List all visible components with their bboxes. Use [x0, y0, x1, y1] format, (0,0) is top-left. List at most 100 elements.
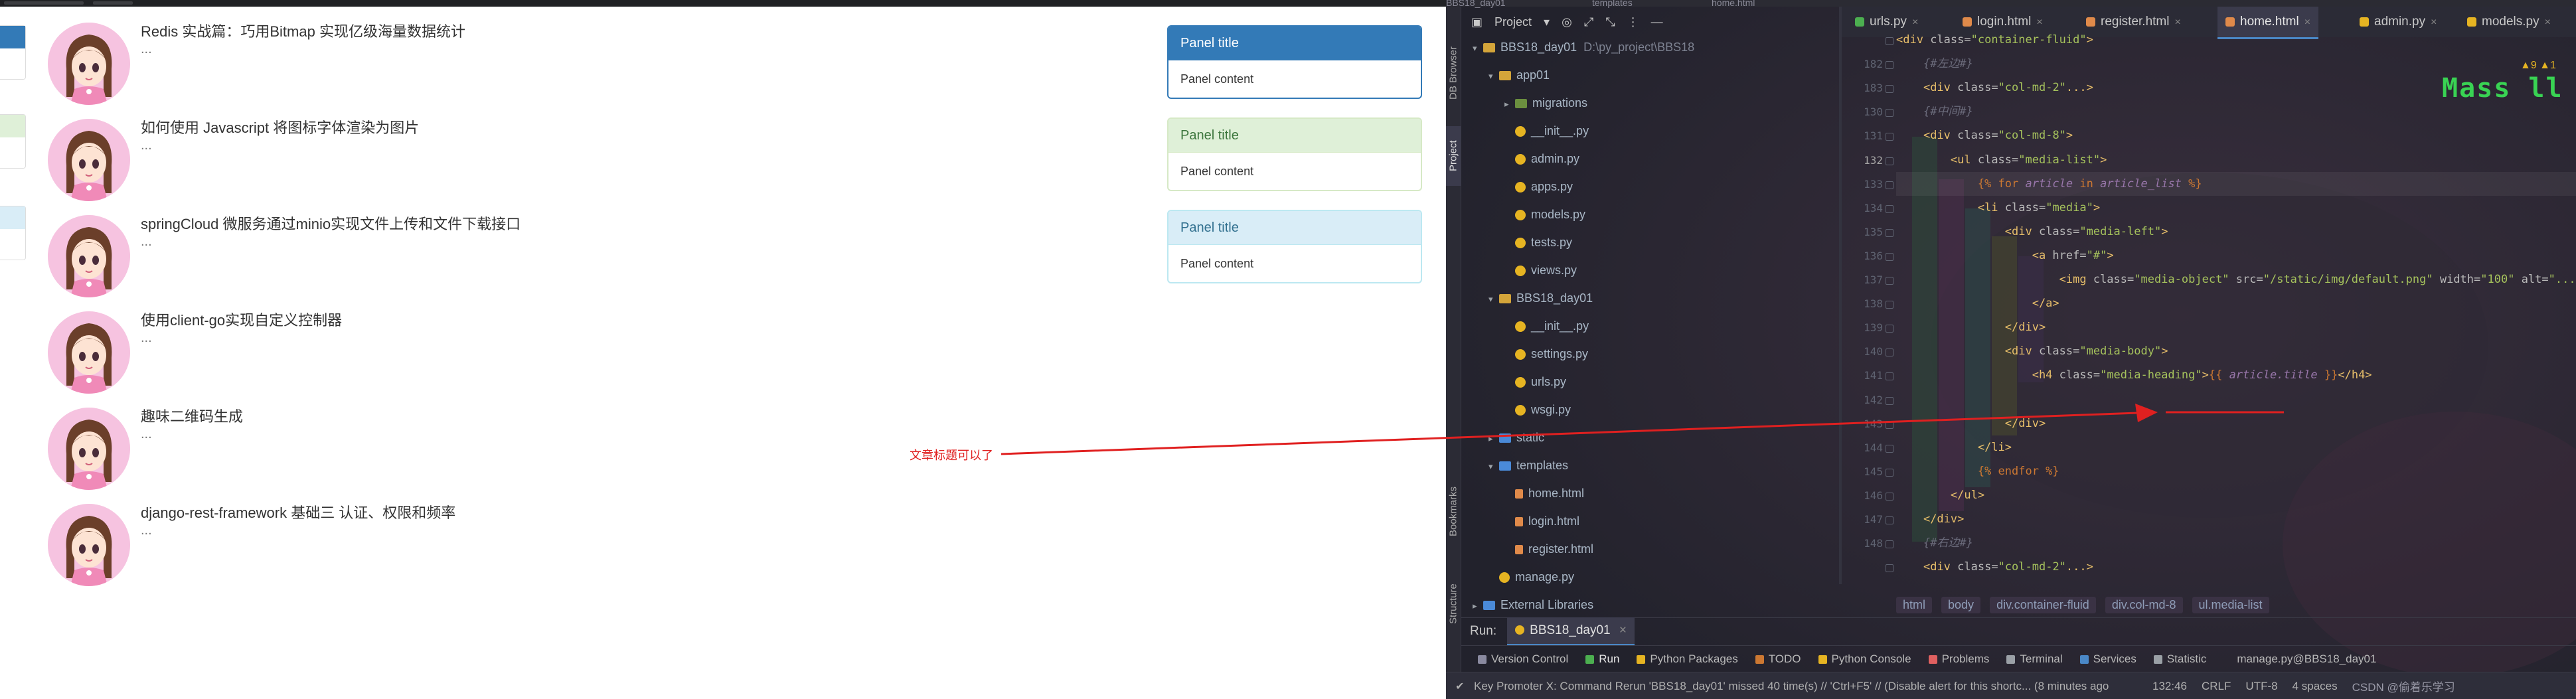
fold-marker-icon[interactable] [1886, 109, 1893, 117]
tree-item[interactable]: ▸ migrations [1504, 93, 1587, 113]
tree-item[interactable]: register.html [1504, 539, 1593, 559]
collapse-all-icon[interactable]: ⤡ [1605, 15, 1615, 29]
tree-item[interactable]: login.html [1504, 511, 1579, 531]
code-line[interactable]: {#左边#} [1896, 52, 1973, 76]
editor-tab-register-html[interactable]: register.html × [2078, 7, 2189, 37]
code-line[interactable]: {% endfor %} [1896, 459, 2059, 483]
breadcrumb-item[interactable]: html [1896, 596, 1933, 613]
code-line[interactable]: <div class="container-fluid"> [1896, 28, 2093, 52]
code-line[interactable]: </li> [1896, 435, 2012, 459]
code-line[interactable]: </div> [1896, 412, 2046, 435]
tree-item[interactable]: home.html [1504, 483, 1584, 503]
avatar[interactable] [48, 215, 130, 297]
fold-marker-icon[interactable] [1886, 468, 1893, 477]
tool-window-statistic[interactable]: Statistic [2153, 653, 2206, 666]
avatar[interactable] [48, 504, 130, 586]
tree-item[interactable]: ▾ BBS18_day01 D:\py_project\BBS18 [1473, 37, 1694, 57]
chevron-down-icon[interactable]: ▾ [1544, 15, 1550, 29]
caret-position[interactable]: 132:46 [2152, 680, 2187, 693]
close-icon[interactable]: × [2431, 17, 2437, 28]
close-icon[interactable]: × [2036, 17, 2042, 28]
chevron-down-icon[interactable]: ▾ [1489, 457, 1499, 477]
browser-tab-segment[interactable] [93, 1, 133, 5]
tree-item[interactable]: manage.py [1489, 567, 1574, 587]
fold-marker-icon[interactable] [1886, 61, 1893, 70]
article-title[interactable]: 趣味二维码生成 [141, 408, 243, 426]
tree-item[interactable]: apps.py [1504, 177, 1573, 196]
code-line[interactable]: <a href="#"> [1896, 244, 2114, 268]
editor-tab-admin-py[interactable]: admin.py × [2352, 7, 2445, 37]
tree-item[interactable]: views.py [1504, 260, 1577, 280]
code-line[interactable]: {% for article in article_list %} [1896, 171, 2576, 196]
fold-marker-icon[interactable] [1886, 228, 1893, 237]
status-message[interactable]: Key Promoter X: Command Rerun 'BBS18_day… [1474, 680, 2138, 693]
fold-marker-icon[interactable] [1886, 325, 1893, 333]
options-menu-icon[interactable]: ⋮ [1627, 15, 1639, 29]
code-line[interactable]: <li class="media"> [1896, 196, 2100, 220]
code-line[interactable]: <h4 class="media-heading">{{ article.tit… [1896, 363, 2372, 387]
fold-marker-icon[interactable] [1886, 133, 1893, 141]
expand-all-icon[interactable]: ⤢ [1584, 15, 1593, 29]
event-log-icon[interactable]: ✔ [1455, 680, 1464, 693]
fold-marker-icon[interactable] [1886, 564, 1893, 573]
fold-marker-icon[interactable] [1886, 492, 1893, 501]
locate-target-icon[interactable]: ◎ [1562, 15, 1572, 29]
avatar[interactable] [48, 408, 130, 490]
code-line[interactable]: </ul> [1896, 483, 1984, 507]
close-icon[interactable]: × [2545, 17, 2551, 28]
article-title[interactable]: 使用client-go实现自定义控制器 [141, 311, 342, 330]
run-config-tab[interactable]: BBS18_day01 × [1507, 617, 1635, 646]
breadcrumb-item[interactable]: body [1941, 596, 1981, 613]
tool-window-run[interactable]: Run [1585, 653, 1619, 666]
tool-window-python-packages[interactable]: Python Packages [1637, 653, 1738, 666]
bookmarks-tab[interactable]: Bookmarks [1446, 471, 1461, 551]
inspection-warnings-indicator[interactable]: ▲9 ▲1 [2520, 60, 2556, 72]
chevron-down-icon[interactable]: ▾ [1473, 39, 1483, 58]
chevron-right-icon[interactable]: ▸ [1473, 596, 1483, 616]
fold-marker-icon[interactable] [1886, 516, 1893, 524]
line-separator[interactable]: CRLF [2202, 680, 2231, 693]
tool-window-problems[interactable]: Problems [1928, 653, 1989, 666]
tree-item[interactable]: ▸ External Libraries [1473, 595, 1593, 615]
indent-setting[interactable]: 4 spaces [2293, 680, 2338, 693]
tree-item[interactable]: __init__.py [1504, 316, 1589, 336]
tree-item[interactable]: wsgi.py [1504, 400, 1571, 420]
code-line[interactable]: <div class="col-md-8"> [1896, 123, 2073, 147]
avatar[interactable] [48, 23, 130, 105]
tool-window-terminal[interactable]: Terminal [2006, 653, 2063, 666]
code-line[interactable]: <div class="col-md-2"...> [1896, 76, 2093, 100]
fold-marker-icon[interactable] [1886, 420, 1893, 429]
tree-item[interactable]: urls.py [1504, 372, 1566, 392]
code-line[interactable]: <div class="media-left"> [1896, 220, 2168, 244]
chevron-right-icon[interactable]: ▸ [1489, 429, 1499, 449]
code-line[interactable]: {#右边#} [1896, 531, 1973, 555]
avatar[interactable] [48, 119, 130, 201]
fold-marker-icon[interactable] [1886, 540, 1893, 549]
editor-tab-home-html[interactable]: home.html × [2217, 7, 2319, 39]
browser-tab-segment[interactable] [4, 1, 84, 5]
article-title[interactable]: Redis 实战篇：巧用Bitmap 实现亿级海量数据统计 [141, 23, 465, 41]
fold-marker-icon[interactable] [1886, 181, 1893, 189]
code-line[interactable]: </a> [1896, 291, 2059, 315]
fold-marker-icon[interactable] [1886, 372, 1893, 381]
fold-marker-icon[interactable] [1886, 252, 1893, 261]
code-line[interactable]: <ul class="media-list"> [1896, 148, 2107, 172]
article-title[interactable]: 如何使用 Javascript 将图标字体渲染为图片 [141, 119, 419, 137]
code-line[interactable]: </div> [1896, 315, 2046, 339]
code-line[interactable]: </div> [1896, 507, 1964, 531]
file-encoding[interactable]: UTF-8 [2245, 680, 2277, 693]
close-icon[interactable]: × [2304, 17, 2310, 28]
tree-item[interactable]: __init__.py [1504, 121, 1589, 141]
breadcrumb-item[interactable]: div.container-fluid [1990, 596, 2096, 613]
fold-marker-icon[interactable] [1886, 157, 1893, 165]
fold-marker-icon[interactable] [1886, 396, 1893, 405]
code-line[interactable]: {#中间#} [1896, 100, 1973, 123]
structure-tab[interactable]: Structure [1446, 571, 1461, 637]
avatar[interactable] [48, 311, 130, 394]
tree-item[interactable]: ▾ BBS18_day01 [1489, 288, 1593, 308]
breadcrumb-item[interactable]: div.col-md-8 [2105, 596, 2183, 613]
db-browser-tab[interactable]: DB Browser [1446, 27, 1461, 119]
breadcrumb-item[interactable]: ul.media-list [2192, 596, 2269, 613]
chevron-down-icon[interactable]: ▾ [1489, 289, 1499, 309]
tree-item[interactable]: admin.py [1504, 149, 1579, 169]
